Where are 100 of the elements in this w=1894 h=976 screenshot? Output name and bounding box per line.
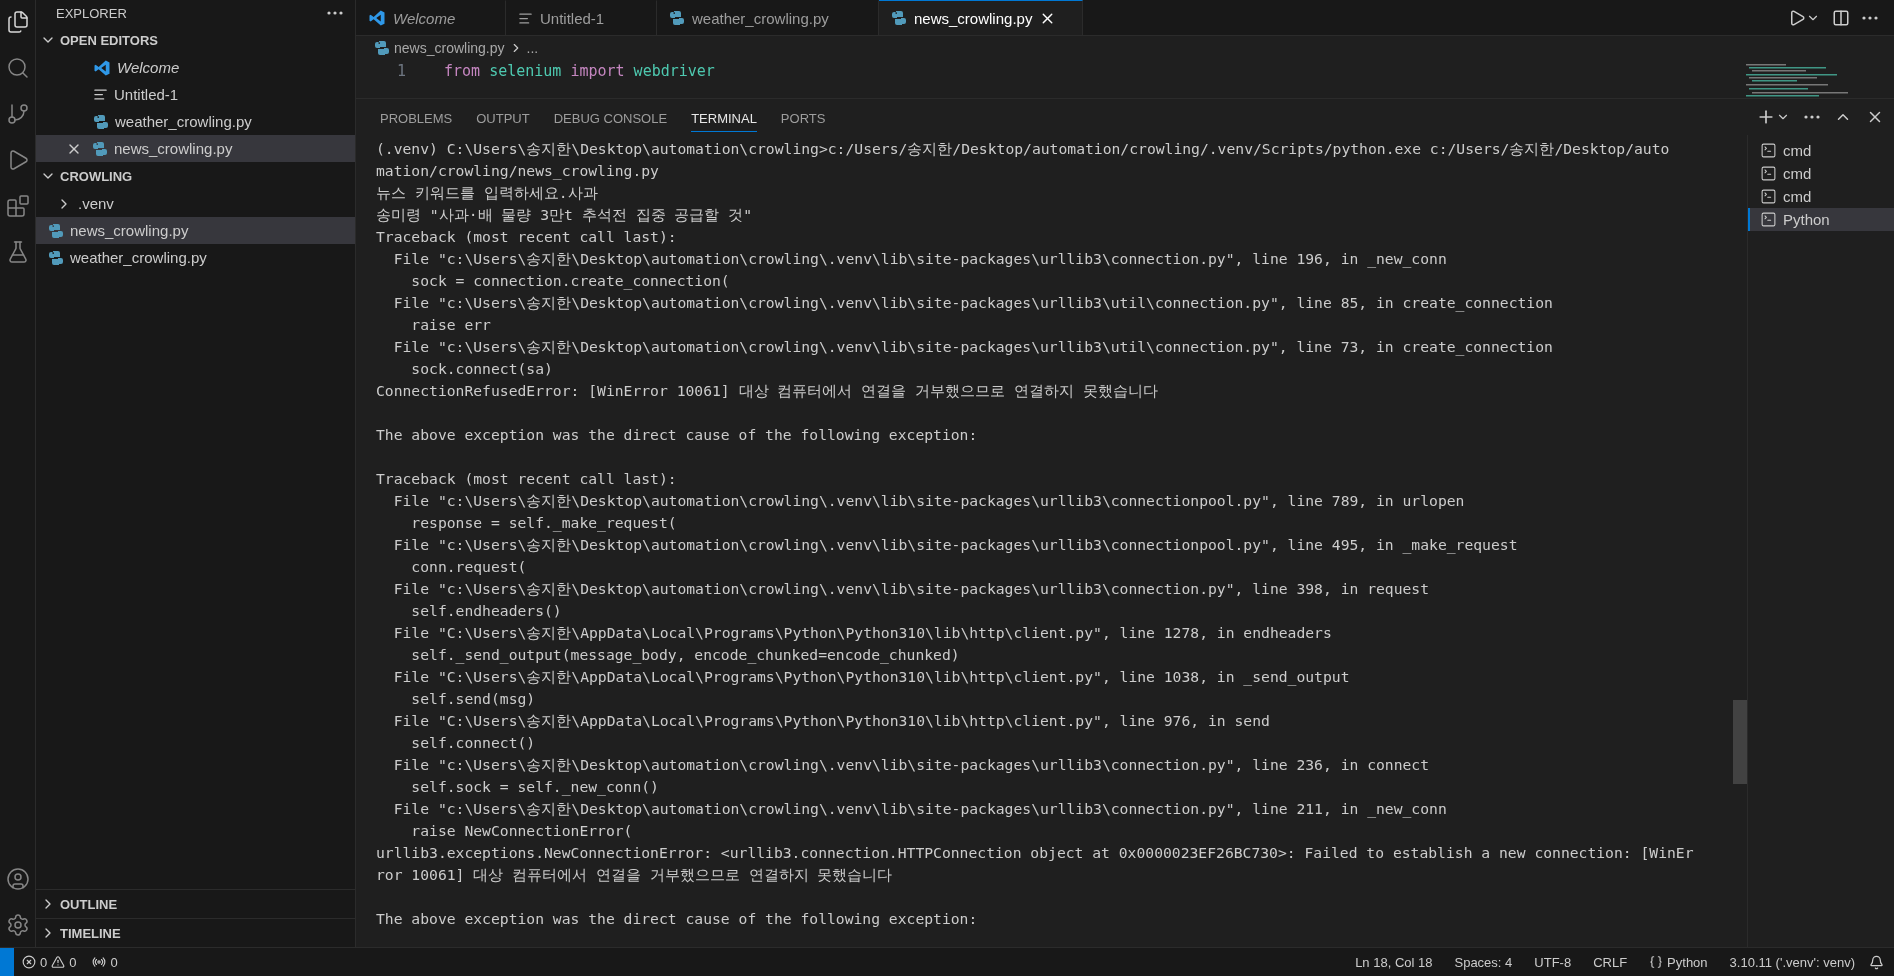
- terminal-icon: [1760, 211, 1777, 228]
- ports-count: 0: [110, 954, 118, 970]
- terminal-line: self.endheaders(): [410, 601, 563, 621]
- ellipsis-icon: [1804, 115, 1820, 119]
- breadcrumb-item[interactable]: news_crowling.py: [394, 40, 505, 56]
- line-number: 1: [395, 61, 407, 80]
- terminal-icon: [1760, 142, 1777, 159]
- terminal-icon: [1760, 165, 1777, 182]
- terminal-line: File "c:\Users\송지한\Desktop\automation\crowling\.venv\lib\site-packages\urllib3\connection.py", line 211, in _new_conn: [392, 799, 1448, 820]
- sidebar-title: EXPLORER: [56, 5, 127, 21]
- terminal-line: File "c:\Users\송지한\Desktop\automation\crowling\.venv\lib\site-packages\urllib3\connectionpool.py", line 495, in _make_request: [392, 535, 1519, 556]
- terminal-line: Traceback (most recent call last):: [376, 227, 678, 247]
- terminal-line: self._send_output(message_body, encode_chunked=encode_chunked): [410, 645, 961, 666]
- section-header[interactable]: OPEN EDITORS: [36, 26, 355, 54]
- file-type-icon: [891, 10, 907, 26]
- section-header[interactable]: CROWLING: [36, 162, 355, 190]
- file-type-icon: [48, 249, 64, 266]
- play-icon: [1788, 8, 1806, 27]
- terminal-line: File "C:\Users\송지한\AppData\Local\Programs\Python\Python310\lib\http\client.py", line 1278, in endheaders: [392, 623, 1333, 643]
- terminal-session[interactable]: cmd: [1748, 162, 1894, 185]
- terminal-session[interactable]: cmd: [1748, 185, 1894, 208]
- account-icon: [5, 867, 30, 891]
- split-icon: [1832, 8, 1850, 27]
- more-actions-button[interactable]: [1862, 15, 1878, 20]
- status-item[interactable]: 3.10.11 ('.venv': venv): [1721, 954, 1863, 970]
- notifications-button[interactable]: [1869, 954, 1884, 970]
- split-editor-button[interactable]: [1832, 8, 1850, 27]
- braces-icon: [1649, 955, 1664, 969]
- terminal-line: File "c:\Users\송지한\Desktop\automation\crowling\.venv\lib\site-packages\urllib3\util\connection.py", line 73, in create_connection: [392, 337, 1554, 358]
- terminal-line: The above exception was the direct cause of the following exception:: [376, 425, 979, 445]
- ports-status[interactable]: 0: [84, 954, 126, 970]
- status-item[interactable]: Spaces: 4: [1446, 954, 1521, 970]
- vscode-logo-icon: [93, 58, 111, 77]
- terminal-line: self.send(msg): [410, 689, 537, 709]
- terminal-line: Traceback (most recent call last):: [376, 469, 678, 489]
- branch-icon: [5, 102, 30, 126]
- panel-tab[interactable]: PORTS: [780, 102, 826, 132]
- terminal-line: File "c:\Users\송지한\Desktop\automation\crowling\.venv\lib\site-packages\urllib3\connection.py", line 236, in connect: [392, 755, 1431, 775]
- file-row[interactable]: weather_crowling.py: [36, 244, 355, 271]
- terminal-session[interactable]: cmd: [1748, 139, 1894, 162]
- file-row[interactable]: news_crowling.py: [36, 135, 355, 162]
- file-type-icon: [93, 113, 109, 130]
- problems-status[interactable]: 0 0: [14, 954, 85, 970]
- terminal-session[interactable]: Python: [1748, 208, 1894, 231]
- terminal-line: File "C:\Users\송지한\AppData\Local\Programs\Python\Python310\lib\http\client.py", line 976, in send: [392, 711, 1271, 731]
- section-header[interactable]: OUTLINE: [36, 890, 355, 918]
- file-type-icon: [374, 40, 390, 56]
- terminal-line: File "c:\Users\송지한\Desktop\automation\crowling\.venv\lib\site-packages\urllib3\connection.py", line 196, in _new_conn: [392, 249, 1448, 270]
- bell-icon: [1869, 954, 1884, 970]
- ellipsis-icon: [327, 11, 343, 15]
- terminal-line: response = self._make_request(: [410, 513, 678, 534]
- terminal-line: File "c:\Users\송지한\Desktop\automation\crowling\.venv\lib\site-packages\urllib3\util\connection.py", line 85, in create_connection: [392, 293, 1554, 314]
- file-row[interactable]: weather_crowling.py: [36, 108, 355, 135]
- panel-tab[interactable]: DEBUG CONSOLE: [553, 102, 668, 132]
- scrollbar-thumb[interactable]: [1733, 700, 1747, 784]
- more-actions-button[interactable]: [327, 11, 343, 15]
- files-icon: [5, 10, 30, 34]
- error-icon: [22, 955, 36, 969]
- text-file-icon: [93, 87, 108, 102]
- terminal-line: ConnectionRefusedError: [WinError 10061] 대상 컴퓨터에서 연결을 거부했으므로 연결하지 못했습니다: [376, 381, 1159, 401]
- terminal-line: File "c:\Users\송지한\Desktop\automation\crowling\.venv\lib\site-packages\urllib3\connectionpool.py", line 789, in urlopen: [392, 491, 1466, 511]
- run-button[interactable]: [1788, 8, 1820, 27]
- terminal-line: sock.connect(sa): [410, 359, 554, 379]
- terminal-line: urllib3.exceptions.NewConnectionError: <urllib3.connection.HTTPConnection object at 0x0000023EF26BC730>: Failed to establish a new connection: [WinEr: [376, 843, 1695, 863]
- ellipsis-icon: [1862, 15, 1878, 20]
- terminal-line: raise NewConnectionError(: [410, 821, 634, 841]
- terminal-line: self.sock = self._new_conn(): [410, 777, 660, 798]
- status-item[interactable]: UTF-8: [1526, 954, 1580, 970]
- file-row[interactable]: Welcome: [36, 54, 355, 81]
- terminal-line: 송미령 "사과·배 물량 3만t 추석전 집중 공급할 것": [376, 205, 754, 225]
- terminal-line: 뉴스 키워드를 입력하세요.사과: [376, 183, 599, 203]
- editor-tab[interactable]: news_crowling.py: [879, 0, 1083, 35]
- breadcrumb-item[interactable]: ...: [526, 40, 539, 56]
- terminal-line: ror 10061] 대상 컴퓨터에서 연결을 거부했으므로 연결하지 못했습니다: [376, 865, 894, 885]
- warning-count: 0: [69, 954, 77, 970]
- file-row[interactable]: news_crowling.py: [36, 217, 355, 244]
- vscode-logo-icon: [368, 9, 386, 27]
- terminal-line: raise err: [410, 315, 492, 335]
- section-header[interactable]: TIMELINE: [36, 919, 355, 947]
- blocks-icon: [5, 194, 30, 218]
- terminal-line: The above exception was the direct cause of the following exception:: [376, 909, 979, 929]
- panel-tab[interactable]: PROBLEMS: [380, 102, 453, 132]
- terminal-line: mation/crowling/news_crowling.py: [376, 161, 660, 182]
- file-type-icon: [92, 140, 108, 157]
- terminal-line: File "c:\Users\송지한\Desktop\automation\crowling\.venv\lib\site-packages\urllib3\connection.py", line 398, in request: [392, 579, 1431, 599]
- status-item[interactable]: Python: [1641, 954, 1716, 970]
- status-item[interactable]: Ln 18, Col 18: [1347, 954, 1441, 970]
- status-item[interactable]: CRLF: [1585, 954, 1636, 970]
- panel-tab[interactable]: TERMINAL: [691, 102, 757, 132]
- more-actions-button[interactable]: [1804, 115, 1820, 119]
- broadcast-icon: [92, 955, 107, 969]
- terminal-line: conn.request(: [410, 557, 528, 577]
- terminal-line: File "C:\Users\송지한\AppData\Local\Programs\Python\Python310\lib\http\client.py", line 1038, in _send_output: [392, 667, 1351, 688]
- warning-icon: [51, 955, 66, 969]
- settings-icon: [5, 913, 30, 937]
- file-row[interactable]: Untitled-1: [36, 81, 355, 108]
- error-count: 0: [40, 954, 48, 970]
- file-row[interactable]: .venv: [36, 190, 355, 217]
- code-line: from selenium import webdriver: [444, 61, 716, 80]
- panel-tab[interactable]: OUTPUT: [476, 102, 530, 132]
